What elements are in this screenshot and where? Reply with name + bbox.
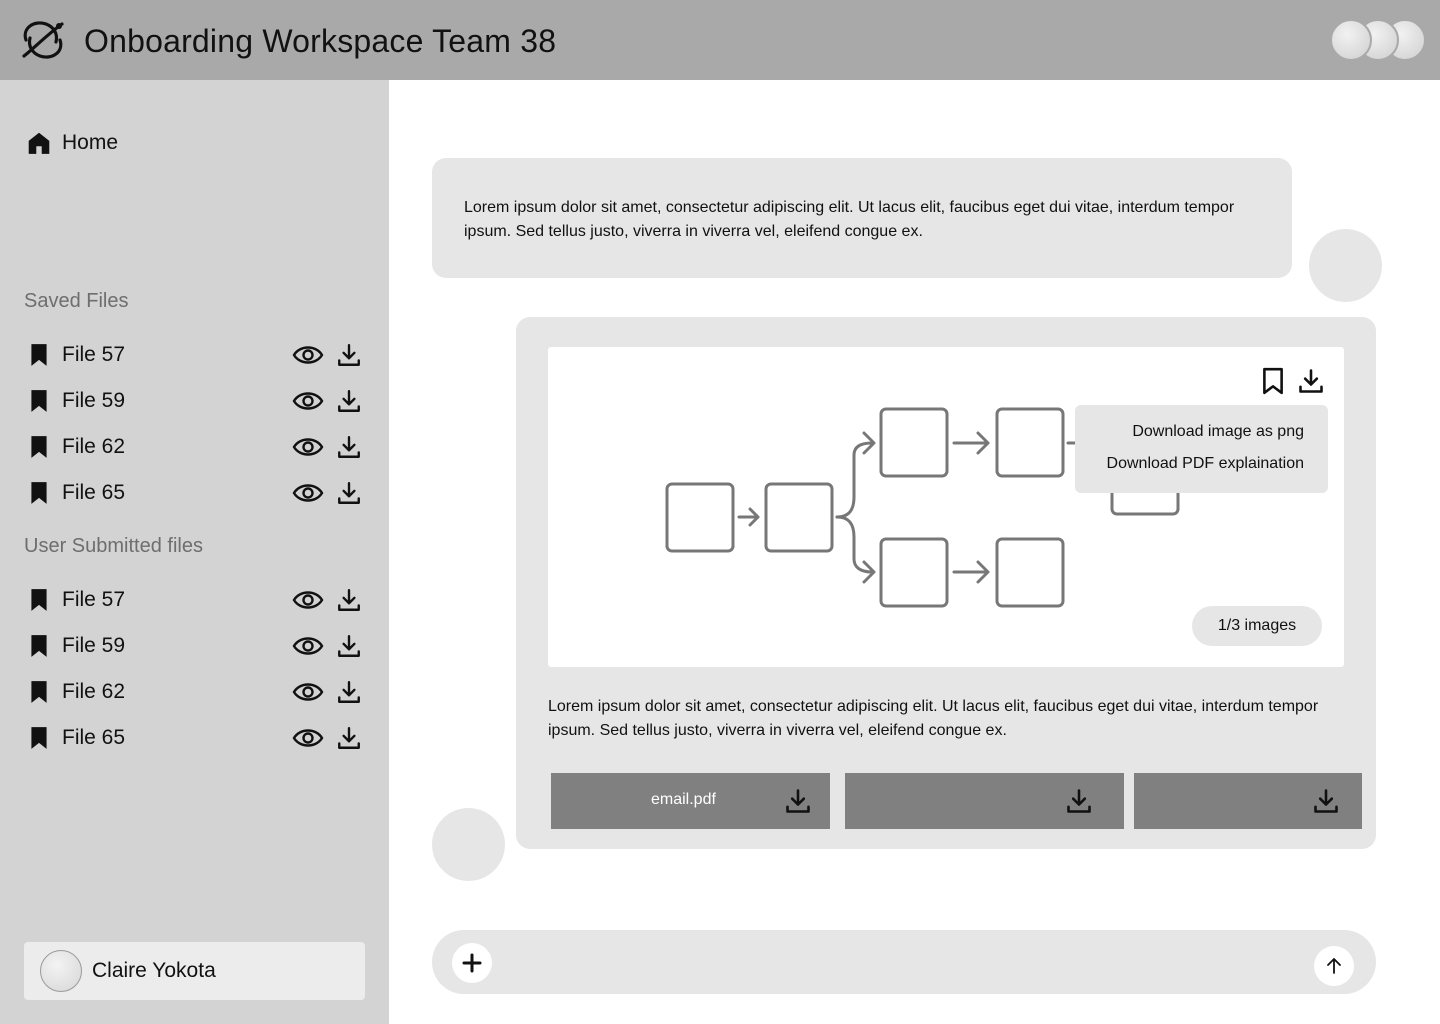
member-avatars[interactable]: [1330, 19, 1426, 61]
download-icon[interactable]: [336, 342, 362, 368]
download-menu: Download image as png Download PDF expla…: [1075, 405, 1328, 493]
send-button[interactable]: [1314, 946, 1354, 986]
message-input[interactable]: [502, 944, 1302, 980]
attachment-tile[interactable]: [1134, 773, 1362, 829]
eye-icon[interactable]: [292, 343, 324, 367]
download-png-option[interactable]: Download image as png: [1132, 423, 1304, 441]
bookmark-filled-icon: [31, 344, 47, 366]
orbit-logo-icon: [22, 21, 64, 59]
saved-file-row[interactable]: File 62: [26, 431, 366, 463]
sidebar: Home Saved Files File 57 File 59 File 62…: [0, 80, 389, 1024]
plus-icon: [462, 953, 482, 973]
add-attachment-button[interactable]: [452, 943, 492, 983]
submitted-file-row[interactable]: File 59: [26, 630, 366, 662]
bookmark-filled-icon: [31, 482, 47, 504]
eye-icon[interactable]: [292, 634, 324, 658]
bookmark-filled-icon: [31, 589, 47, 611]
download-icon[interactable]: [1297, 367, 1325, 395]
attachment-tile[interactable]: [845, 773, 1124, 829]
saved-file-row[interactable]: File 57: [26, 339, 366, 371]
workspace-title: Onboarding Workspace Team 38: [84, 23, 557, 59]
submitted-file-row[interactable]: File 62: [26, 676, 366, 708]
bookmark-filled-icon: [31, 635, 47, 657]
sidebar-item-home[interactable]: Home: [26, 128, 226, 158]
eye-icon[interactable]: [292, 588, 324, 612]
top-header: Onboarding Workspace Team 38: [0, 0, 1440, 80]
home-icon: [28, 132, 50, 154]
eye-icon[interactable]: [292, 481, 324, 505]
download-icon[interactable]: [336, 480, 362, 506]
sidebar-item-label: Home: [62, 131, 119, 154]
download-icon[interactable]: [336, 587, 362, 613]
image-viewer[interactable]: Download image as png Download PDF expla…: [548, 347, 1344, 667]
submitted-file-row[interactable]: File 57: [26, 584, 366, 616]
saved-file-row[interactable]: File 65: [26, 477, 366, 509]
user-profile-card[interactable]: Claire Yokota: [24, 942, 365, 1000]
saved-file-row[interactable]: File 59: [26, 385, 366, 417]
message-text: Lorem ipsum dolor sit amet, consectetur …: [464, 199, 1235, 240]
download-icon[interactable]: [336, 633, 362, 659]
download-icon[interactable]: [1065, 787, 1093, 815]
bookmark-filled-icon: [31, 681, 47, 703]
bookmark-filled-icon: [31, 390, 47, 412]
attachment-name: email.pdf: [651, 791, 716, 808]
avatar: [1309, 229, 1382, 302]
download-icon[interactable]: [336, 679, 362, 705]
image-counter-badge[interactable]: 1/3 images: [1192, 606, 1322, 646]
arrow-up-icon: [1327, 958, 1341, 974]
bookmark-filled-icon: [31, 727, 47, 749]
download-icon[interactable]: [1312, 787, 1340, 815]
bookmark-filled-icon: [31, 436, 47, 458]
eye-icon[interactable]: [292, 435, 324, 459]
avatar: [432, 808, 505, 881]
eye-icon[interactable]: [292, 389, 324, 413]
submitted-files-title: User Submitted files: [24, 535, 203, 557]
assistant-message-bubble: Download image as png Download PDF expla…: [516, 317, 1376, 849]
bookmark-outline-icon[interactable]: [1260, 367, 1286, 395]
avatar[interactable]: [1330, 19, 1372, 61]
download-icon[interactable]: [336, 434, 362, 460]
download-pdf-option[interactable]: Download PDF explaination: [1107, 455, 1304, 473]
submitted-file-row[interactable]: File 65: [26, 722, 366, 754]
download-icon[interactable]: [336, 725, 362, 751]
download-icon[interactable]: [336, 388, 362, 414]
user-message-bubble: Lorem ipsum dolor sit amet, consectetur …: [432, 158, 1292, 278]
attachment-tile[interactable]: email.pdf: [551, 773, 830, 829]
saved-files-title: Saved Files: [24, 290, 129, 312]
message-text: Lorem ipsum dolor sit amet, consectetur …: [548, 698, 1319, 739]
eye-icon[interactable]: [292, 680, 324, 704]
message-composer: [432, 930, 1376, 994]
user-name: Claire Yokota: [92, 959, 216, 982]
eye-icon[interactable]: [292, 726, 324, 750]
download-icon[interactable]: [784, 787, 812, 815]
avatar: [40, 950, 82, 992]
